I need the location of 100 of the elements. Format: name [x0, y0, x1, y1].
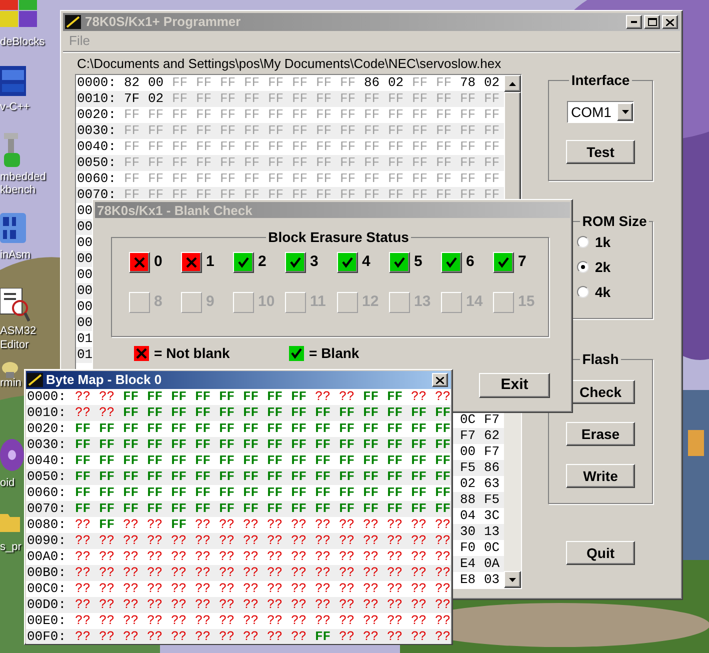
close-button[interactable] — [662, 15, 678, 29]
byte-value: FF — [291, 453, 307, 469]
byte-value: FF — [364, 187, 380, 203]
byte-value: ?? — [387, 629, 403, 644]
lamp-icon[interactable] — [0, 362, 20, 378]
legend-label: = Not blank — [154, 344, 230, 362]
byte-value: FF — [315, 453, 331, 469]
byte-value: FF — [292, 91, 308, 107]
byte-value: ?? — [219, 517, 235, 533]
byte-value: ?? — [75, 629, 91, 644]
byte-value: ?? — [363, 517, 379, 533]
byte-value: 88 — [460, 492, 476, 508]
byte-value: FF — [196, 155, 212, 171]
dropdown-button[interactable] — [617, 103, 633, 121]
test-button[interactable]: Test — [566, 140, 635, 164]
desktop-icon-label[interactable]: oid — [0, 477, 15, 490]
byte-value: FF — [244, 155, 260, 171]
byte-value: FF — [243, 485, 259, 501]
radio-button[interactable] — [577, 236, 589, 248]
address-label: 00C0: — [27, 581, 68, 597]
squares-icon[interactable] — [0, 0, 38, 28]
desktop-icon-label[interactable]: ASM32 — [0, 325, 36, 338]
byte-value: FF — [387, 469, 403, 485]
byte-value: ?? — [435, 613, 451, 629]
check-box-icon[interactable] — [441, 252, 462, 273]
byte-value: ?? — [75, 597, 91, 613]
byte-value: FF — [340, 107, 356, 123]
group-title: Flash — [581, 352, 620, 366]
byte-value: FF — [148, 155, 164, 171]
byte-value: F5 — [484, 492, 500, 508]
disc-icon[interactable] — [0, 438, 24, 472]
byte-value: ?? — [363, 597, 379, 613]
byte-value: ?? — [123, 565, 139, 581]
byte-value: ?? — [123, 613, 139, 629]
byte-value: FF — [292, 107, 308, 123]
address-label: 0050: — [27, 469, 68, 485]
cross-box-icon[interactable] — [129, 252, 150, 273]
byte-value: ?? — [147, 549, 163, 565]
radio-button[interactable] — [577, 261, 589, 273]
port-select[interactable]: COM1 — [567, 101, 634, 123]
flash-button[interactable]: Write — [566, 464, 635, 488]
down-arrow-icon — [622, 110, 628, 114]
desktop-icon-label[interactable]: rmin — [0, 377, 22, 390]
cross-box-icon[interactable] — [181, 252, 202, 273]
byte-value: ?? — [387, 565, 403, 581]
desktop-icon-label[interactable]: s_pr — [0, 541, 22, 554]
byte-value: FF — [147, 405, 163, 421]
scroll-down-button[interactable] — [504, 571, 521, 588]
byte-value: ?? — [171, 565, 187, 581]
byte-value: ?? — [147, 613, 163, 629]
byte-value: FF — [388, 91, 404, 107]
check-box-icon[interactable] — [233, 252, 254, 273]
byte-value: FF — [436, 107, 452, 123]
byte-value: ?? — [99, 629, 115, 644]
byte-value: FF — [339, 501, 355, 517]
byte-value: 00 — [148, 75, 164, 91]
byte-value: FF — [316, 75, 332, 91]
exit-button[interactable]: Exit — [479, 373, 550, 398]
scroll-up-button[interactable] — [504, 75, 521, 92]
byte-value: ?? — [219, 629, 235, 644]
minimize-button[interactable] — [626, 15, 642, 29]
byte-value: FF — [339, 437, 355, 453]
document-magnifier-icon[interactable] — [0, 288, 30, 322]
byte-value: FF — [436, 171, 452, 187]
byte-value: FF — [412, 75, 428, 91]
byte-value: FF — [268, 187, 284, 203]
check-box-icon[interactable] — [493, 252, 514, 273]
close-button[interactable] — [432, 373, 448, 387]
byte-value: FF — [388, 107, 404, 123]
byte-value: FF — [460, 91, 476, 107]
byte-value: FF — [220, 91, 236, 107]
block-number: 1 — [206, 252, 214, 272]
byte-value: FF — [75, 437, 91, 453]
check-box-icon[interactable] — [285, 252, 306, 273]
radio-button[interactable] — [577, 286, 589, 298]
flash-button[interactable]: Erase — [566, 422, 635, 446]
desktop-icon-label[interactable]: Editor — [0, 339, 29, 352]
address-label: 00 — [77, 235, 93, 251]
byte-value: ?? — [171, 533, 187, 549]
byte-value: FF — [388, 139, 404, 155]
minimize-icon — [631, 21, 637, 23]
byte-value: ?? — [315, 549, 331, 565]
byte-value: ?? — [267, 629, 283, 644]
grid-icon[interactable] — [0, 213, 26, 243]
byte-value: ?? — [75, 389, 91, 405]
check-box-icon[interactable] — [337, 252, 358, 273]
byte-value: FF — [172, 123, 188, 139]
list-row[interactable]: 0050: FF FF FF FF FF FF FF FF FF FF FF FF FF FF FF FF — [76, 155, 504, 171]
check-box-icon[interactable] — [389, 252, 410, 273]
quit-button[interactable]: Quit — [566, 541, 635, 565]
byte-value: FF — [172, 187, 188, 203]
maximize-button[interactable] — [644, 15, 660, 29]
list-row[interactable]: 0010: 7F 02 FF FF FF FF FF FF FF FF FF FF FF FF FF FF — [76, 91, 504, 107]
list-row[interactable]: 0030: FF FF FF FF FF FF FF FF FF FF FF FF FF FF FF FF — [76, 123, 504, 139]
byte-value: ?? — [123, 533, 139, 549]
byte-value: ?? — [435, 629, 451, 644]
byte-value: ?? — [99, 613, 115, 629]
byte-value: 02 — [460, 476, 476, 492]
byte-value: ?? — [339, 613, 355, 629]
byte-value: ?? — [99, 549, 115, 565]
